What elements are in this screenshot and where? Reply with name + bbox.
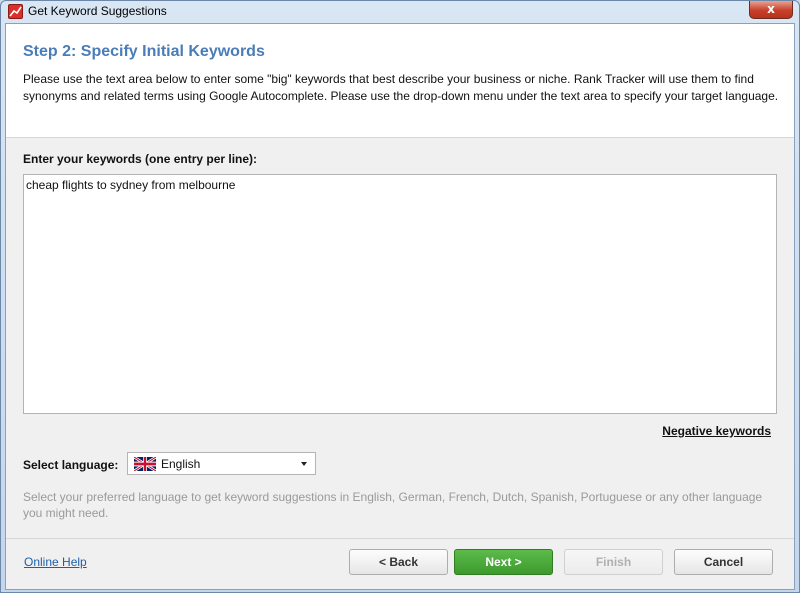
rank-tracker-app-icon [8,4,23,19]
language-hint: Select your preferred language to get ke… [23,490,763,520]
next-button[interactable]: Next > [454,549,553,575]
online-help-link[interactable]: Online Help [24,555,87,569]
step-description: Please use the text area below to enter … [23,72,779,103]
uk-flag-icon [134,457,156,471]
dialog-window: Get Keyword Suggestions x Step 2: Specif… [0,0,800,593]
keywords-label: Enter your keywords (one entry per line)… [23,152,258,166]
close-icon[interactable]: x [749,1,793,19]
step-title: Step 2: Specify Initial Keywords [23,43,265,60]
dialog-body: Step 2: Specify Initial Keywords Please … [5,23,795,590]
wizard-header: Step 2: Specify Initial Keywords Please … [6,24,794,138]
language-dropdown[interactable]: English [127,452,316,475]
finish-button[interactable]: Finish [564,549,663,575]
language-label: Select language: [23,458,119,472]
chevron-down-icon [301,462,307,466]
negative-keywords-link[interactable]: Negative keywords [662,424,771,438]
back-button[interactable]: < Back [349,549,448,575]
footer-divider [6,538,794,539]
language-selected-value: English [161,457,201,471]
window-title: Get Keyword Suggestions [28,4,167,18]
title-bar[interactable]: Get Keyword Suggestions x [1,1,799,23]
cancel-button[interactable]: Cancel [674,549,773,575]
keywords-textarea[interactable]: cheap flights to sydney from melbourne [23,174,777,414]
